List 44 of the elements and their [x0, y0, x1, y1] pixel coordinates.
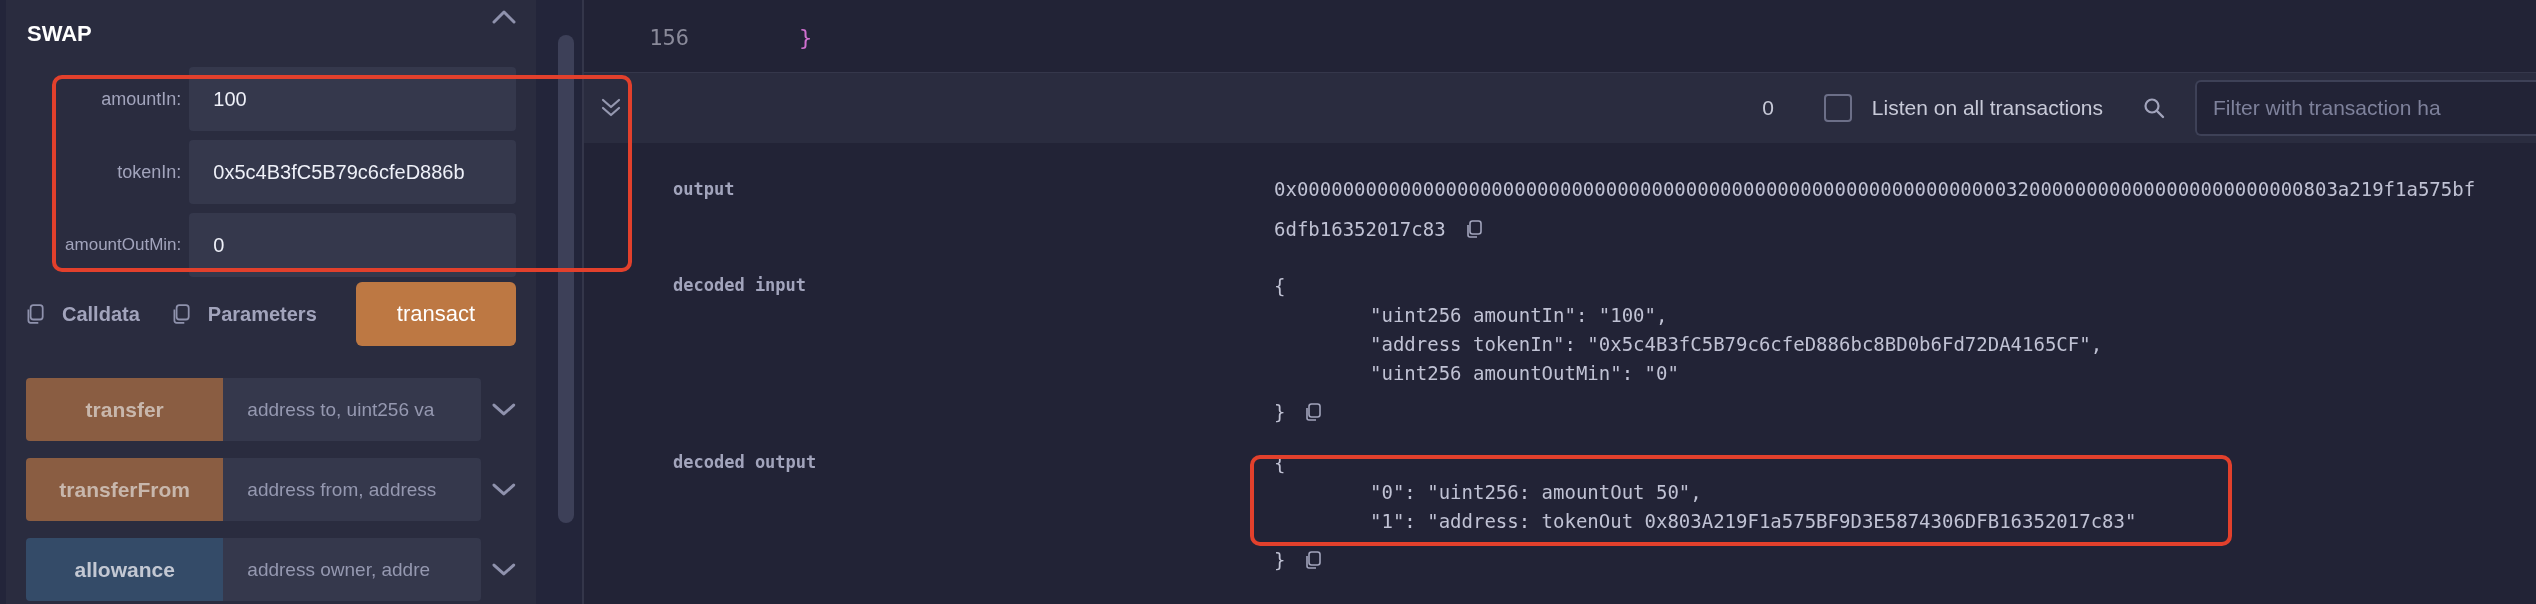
chevron-up-icon[interactable]	[492, 9, 516, 24]
json-entry: "1": "address: tokenOut 0x803A219F1a575BF9D3E5874306DFB16352017c83"	[1370, 509, 2137, 532]
scrollbar[interactable]	[558, 35, 574, 523]
json-brace: }	[1274, 548, 1286, 571]
chevron-down-icon[interactable]	[492, 402, 516, 417]
output-value: 0x0000000000000000000000000000000000000000000000000000000000000032000000000000000000000000803a219f1a575bf	[1274, 178, 2476, 200]
panel-title: SWAP	[27, 20, 92, 47]
output-value: 6dfb16352017c83	[1274, 218, 1446, 240]
input-field[interactable]: 0	[189, 213, 516, 277]
function-button[interactable]: transfer	[26, 378, 224, 441]
copy-button[interactable]: Parameters	[207, 302, 317, 326]
code-line: }	[799, 24, 813, 50]
function-button[interactable]: transferFrom	[26, 458, 224, 521]
search-field[interactable]: Filter with transaction ha	[2195, 80, 2536, 136]
field-label: decoded output	[672, 451, 818, 474]
field-label: decoded input	[672, 274, 808, 297]
json-entry: "uint256 amountOutMin": "0"	[1370, 361, 1679, 384]
input-field[interactable]: address owner, addre	[223, 538, 482, 601]
checkbox-label[interactable]: Listen on all transactions	[1871, 96, 2103, 120]
json-brace: }	[1274, 400, 1286, 423]
input-field[interactable]: 100	[189, 67, 516, 131]
transact-button[interactable]: transact	[356, 282, 516, 346]
copy-icon[interactable]	[1303, 401, 1324, 422]
field-label: amountOutMin:	[64, 235, 182, 255]
input-field[interactable]: 0x5c4B3fC5B79c6cfeD886b	[189, 140, 516, 204]
field-label: tokenIn:	[116, 161, 182, 183]
copy-button[interactable]: Calldata	[62, 302, 140, 326]
copy-icon[interactable]	[1303, 549, 1324, 570]
function-button[interactable]: allowance	[26, 538, 224, 601]
search-icon[interactable]	[2143, 97, 2165, 119]
field-label: output	[672, 178, 736, 201]
json-entry: "uint256 amountIn": "100",	[1370, 303, 1668, 326]
json-entry: "0": "uint256: amountOut 50",	[1370, 480, 1702, 503]
json-entry: "address tokenIn": "0x5c4B3fC5B79c6cfeD886bc8BD0b6Fd72DA4165CF",	[1370, 332, 2103, 355]
json-brace: {	[1274, 274, 1286, 297]
chevron-down-icon[interactable]	[492, 562, 516, 577]
pending-count: 0	[1762, 96, 1774, 120]
collapse-icon[interactable]	[600, 97, 622, 119]
chevron-down-icon[interactable]	[492, 482, 516, 497]
field-label: amountIn:	[100, 88, 182, 110]
checkbox[interactable]	[1823, 94, 1852, 122]
input-field[interactable]: address to, uint256 va	[223, 378, 482, 441]
line-number: 156	[648, 24, 689, 50]
input-field[interactable]: address from, address	[223, 458, 482, 521]
